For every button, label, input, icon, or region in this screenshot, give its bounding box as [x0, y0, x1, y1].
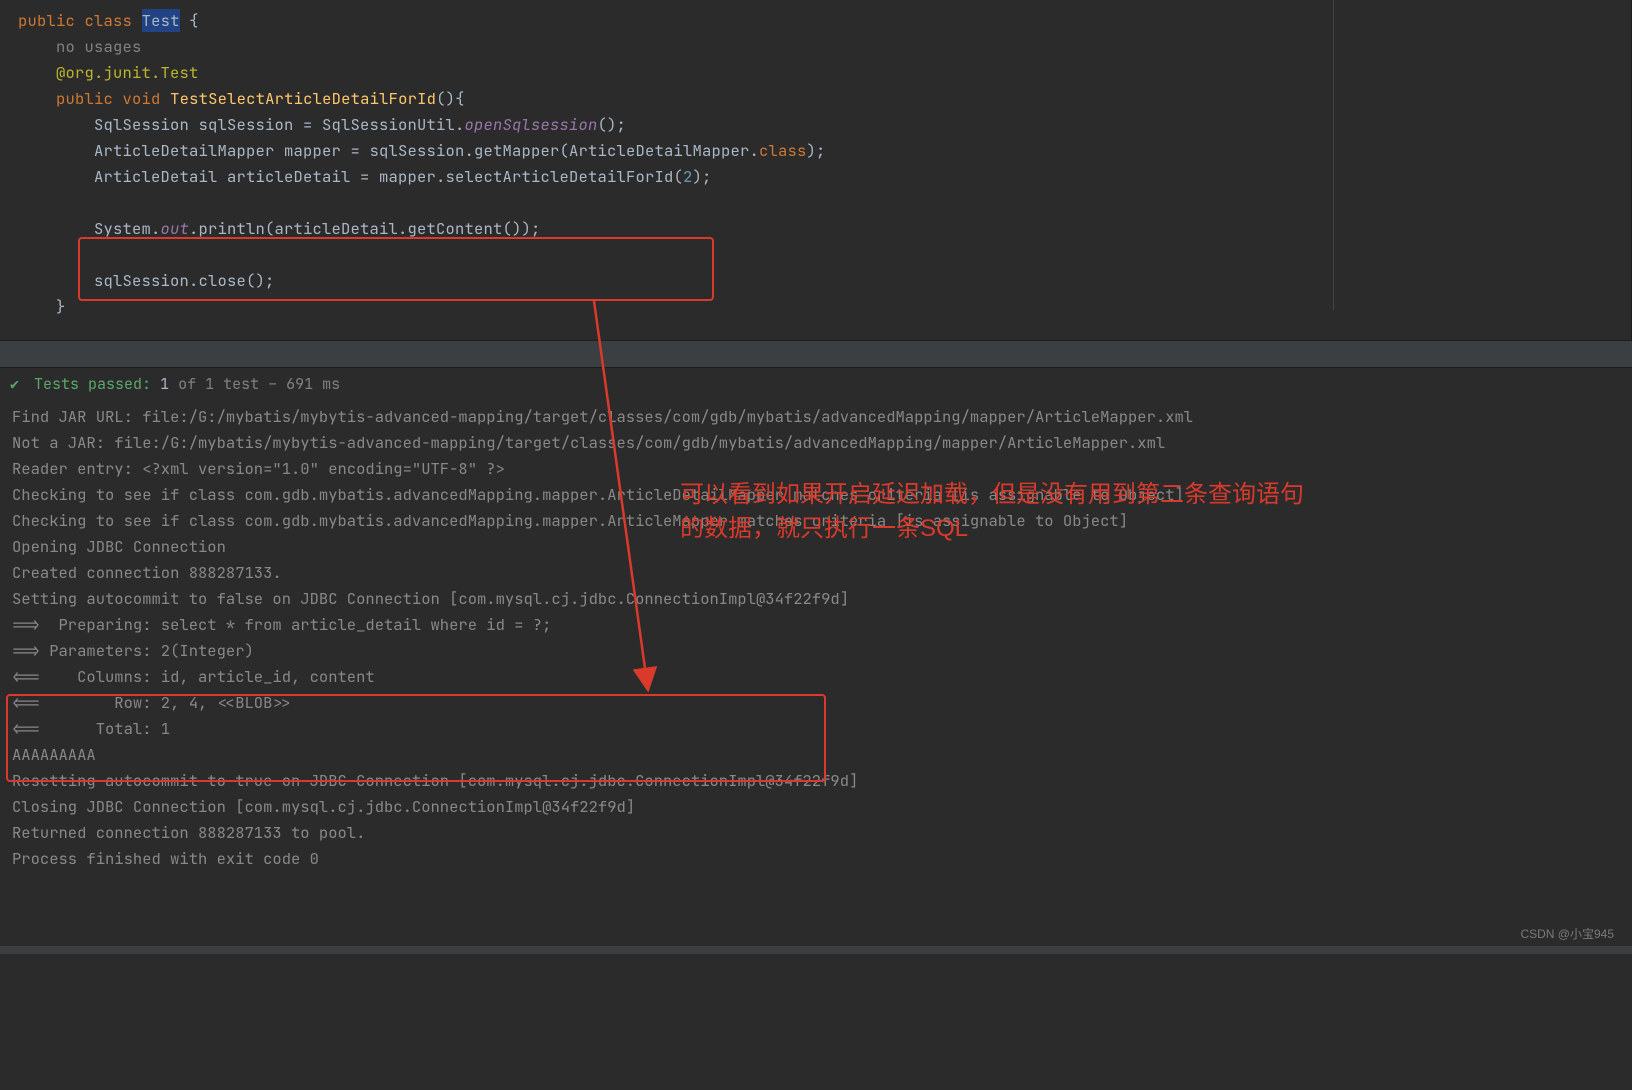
keyword: public — [18, 10, 75, 31]
method-name: TestSelectArticleDetailForId — [170, 88, 436, 109]
console-line: ==> Parameters: 2(Integer) — [12, 638, 1620, 664]
annotation: Test — [161, 62, 199, 83]
console-line: Created connection 888287133. — [12, 560, 1620, 586]
code-text: System. — [94, 218, 161, 239]
tests-time: 691 ms — [286, 374, 340, 394]
console-line: Resetting autocommit to true on JDBC Con… — [12, 768, 1620, 794]
paren: (); — [598, 114, 627, 135]
annotation: @org.junit. — [56, 62, 161, 83]
tests-of-label: of 1 test – — [178, 374, 286, 394]
code-text: SqlSession sqlSession = SqlSessionUtil. — [94, 114, 465, 135]
watermark: CSDN @小宝945 — [1520, 925, 1614, 942]
static-method: openSqlsession — [465, 114, 598, 135]
console-line: AAAAAAAAA — [12, 742, 1620, 768]
static-field: out — [161, 218, 190, 239]
console-line: <== Total: 1 — [12, 716, 1620, 742]
brace: } — [56, 296, 66, 317]
panel-divider[interactable] — [0, 340, 1632, 368]
test-status-bar: ✔ Tests passed: 1 of 1 test – 691 ms — [0, 368, 1632, 400]
console-output[interactable]: Find JAR URL: file:/G:/mybatis/mybytis-a… — [0, 400, 1632, 892]
keyword: class — [85, 10, 133, 31]
code-text: ArticleDetail articleDetail = mapper.sel… — [94, 166, 683, 187]
check-icon: ✔ — [10, 374, 19, 394]
brace: { — [180, 10, 199, 31]
tests-passed-count: 1 — [160, 374, 169, 394]
tests-passed-label: Tests passed: — [34, 374, 151, 394]
console-line: <== Columns: id, article_id, content — [12, 664, 1620, 690]
console-line: Process finished with exit code 0 — [12, 846, 1620, 872]
code-editor[interactable]: public class Test { no usages @org.junit… — [0, 0, 1632, 340]
code-text: sqlSession.close(); — [94, 270, 275, 291]
console-line: <== Row: 2, 4, <<BLOB>> — [12, 690, 1620, 716]
status-bar — [0, 946, 1632, 954]
class-name: Test — [142, 9, 180, 32]
console-line: Closing JDBC Connection [com.mysql.cj.jd… — [12, 794, 1620, 820]
console-line: Checking to see if class com.gdb.mybatis… — [12, 508, 1620, 534]
console-line: Not a JAR: file:/G:/mybatis/mybytis-adva… — [12, 430, 1620, 456]
console-line: Find JAR URL: file:/G:/mybatis/mybytis-a… — [12, 404, 1620, 430]
console-line: Returned connection 888287133 to pool. — [12, 820, 1620, 846]
keyword: void — [123, 88, 161, 109]
code-text: .println(articleDetail.getContent()); — [189, 218, 541, 239]
paren: ); — [807, 140, 826, 161]
console-line: Checking to see if class com.gdb.mybatis… — [12, 482, 1620, 508]
console-line: Reader entry: <?xml version="1.0" encodi… — [12, 456, 1620, 482]
keyword: public — [56, 88, 113, 109]
usages-hint: no usages — [56, 36, 142, 57]
console-line: Setting autocommit to false on JDBC Conn… — [12, 586, 1620, 612]
paren: ); — [693, 166, 712, 187]
keyword: class — [759, 140, 807, 161]
code-text: ArticleDetailMapper mapper = sqlSession.… — [94, 140, 759, 161]
number-literal: 2 — [683, 166, 693, 187]
console-line: Opening JDBC Connection — [12, 534, 1620, 560]
console-line: ==> Preparing: select * from article_det… — [12, 612, 1620, 638]
paren: (){ — [436, 88, 465, 109]
editor-right-gutter — [1333, 0, 1631, 310]
